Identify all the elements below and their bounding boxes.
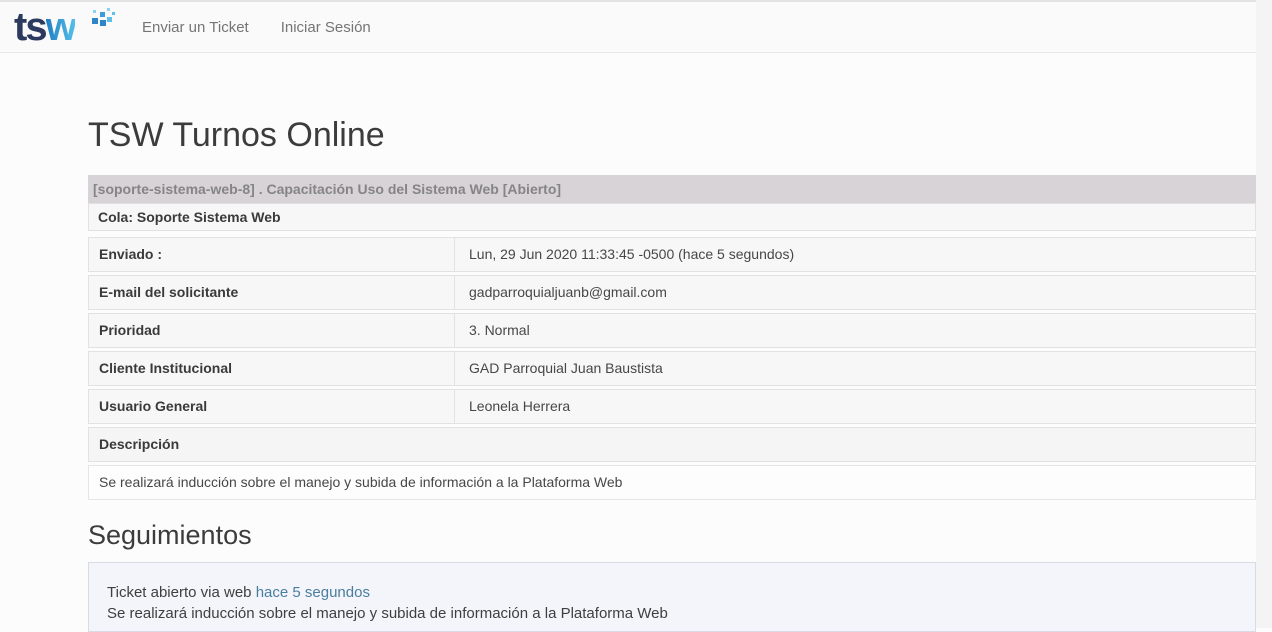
description-body-row: Se realizará inducción sobre el manejo y… bbox=[88, 465, 1256, 500]
field-label-institutional-client: Cliente Institucional bbox=[89, 352, 455, 385]
followup-event-text: Ticket abierto via web bbox=[107, 584, 252, 601]
followups-heading: Seguimientos bbox=[88, 520, 1256, 550]
followup-event-line: Ticket abierto via web hace 5 segundos bbox=[107, 582, 1237, 603]
field-row-email: E-mail del solicitante gadparroquialjuan… bbox=[88, 275, 1256, 310]
field-row-general-user: Usuario General Leonela Herrera bbox=[88, 389, 1256, 424]
nav-item-sign-in[interactable]: Iniciar Sesión bbox=[281, 19, 371, 36]
field-value-general-user: Leonela Herrera bbox=[455, 390, 1255, 423]
tsw-logo[interactable]: tsw bbox=[14, 4, 114, 50]
nav-links: Enviar un Ticket Iniciar Sesión bbox=[142, 19, 403, 36]
field-value-email: gadparroquialjuanb@gmail.com bbox=[455, 276, 1255, 309]
field-label-priority: Prioridad bbox=[89, 314, 455, 347]
logo-text-ts: ts bbox=[14, 5, 46, 49]
field-label-general-user: Usuario General bbox=[89, 390, 455, 423]
field-value-priority: 3. Normal bbox=[455, 314, 1255, 347]
field-row-sent: Enviado : Lun, 29 Jun 2020 11:33:45 -050… bbox=[88, 237, 1256, 272]
logo-pixel-dots-icon bbox=[90, 6, 116, 28]
ticket-subject-bar: [soporte-sistema-web-8] . Capacitación U… bbox=[88, 175, 1256, 203]
field-row-priority: Prioridad 3. Normal bbox=[88, 313, 1256, 348]
field-value-sent: Lun, 29 Jun 2020 11:33:45 -0500 (hace 5 … bbox=[455, 238, 1255, 271]
followup-time-link[interactable]: hace 5 segundos bbox=[256, 584, 370, 601]
vertical-scrollbar[interactable] bbox=[1256, 0, 1272, 628]
top-navbar: tsw Enviar un Ticket Iniciar Sesión bbox=[0, 0, 1272, 53]
field-label-email: E-mail del solicitante bbox=[89, 276, 455, 309]
followup-entry: Ticket abierto via web hace 5 segundos S… bbox=[88, 562, 1256, 632]
field-label-sent: Enviado : bbox=[89, 238, 455, 271]
main-content: TSW Turnos Online [soporte-sistema-web-8… bbox=[88, 53, 1256, 632]
description-header-row: Descripción bbox=[88, 427, 1256, 462]
page-title: TSW Turnos Online bbox=[88, 115, 1256, 155]
nav-item-submit-ticket[interactable]: Enviar un Ticket bbox=[142, 19, 249, 36]
followup-message: Se realizará inducción sobre el manejo y… bbox=[107, 603, 1237, 624]
field-row-institutional-client: Cliente Institucional GAD Parroquial Jua… bbox=[88, 351, 1256, 386]
logo-text-w: w bbox=[46, 5, 75, 49]
field-value-institutional-client: GAD Parroquial Juan Baustista bbox=[455, 352, 1255, 385]
queue-row: Cola: Soporte Sistema Web bbox=[88, 203, 1256, 231]
